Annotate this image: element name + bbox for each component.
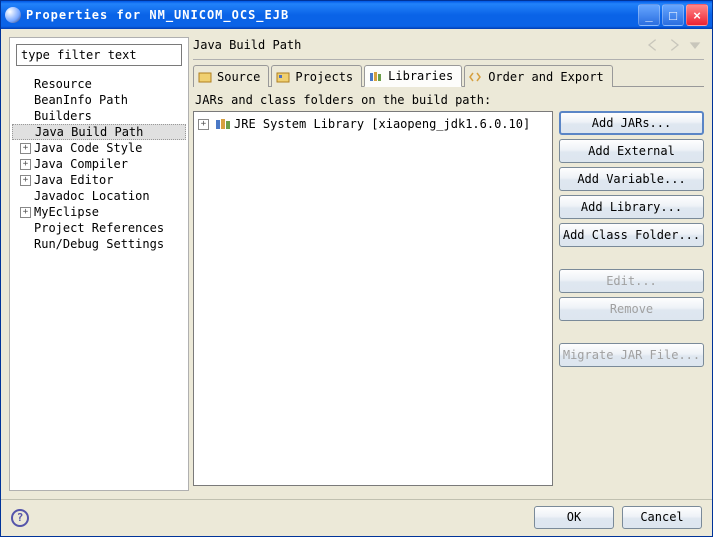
tab-order-and-export[interactable]: Order and Export — [464, 65, 613, 87]
filter-input[interactable] — [17, 45, 181, 65]
tab-label: Order and Export — [488, 70, 604, 84]
close-button[interactable]: × — [686, 4, 708, 26]
tree-item-label: Java Compiler — [34, 157, 128, 171]
tree-item-label: Builders — [34, 109, 92, 123]
tab-source[interactable]: Source — [193, 65, 269, 87]
edit-button: Edit... — [559, 269, 704, 293]
jar-entry-label: JRE System Library [xiaopeng_jdk1.6.0.10… — [234, 117, 530, 131]
page-title: Java Build Path — [193, 38, 641, 52]
tree-item-java-code-style[interactable]: +Java Code Style — [12, 140, 186, 156]
tree-item-label: MyEclipse — [34, 205, 99, 219]
button-column: Add JARs... Add External JARs... Add Var… — [559, 111, 704, 486]
minimize-button[interactable]: _ — [638, 4, 660, 26]
add-library-button[interactable]: Add Library... — [559, 195, 704, 219]
tree-item-label: Java Code Style — [34, 141, 142, 155]
jar-list[interactable]: + JRE System Library [xiaopeng_jdk1.6.0.… — [193, 111, 553, 486]
tree-item-label: Resource — [34, 77, 92, 91]
tab-label: Source — [217, 70, 260, 84]
forward-icon[interactable] — [665, 37, 683, 53]
tree-item-java-compiler[interactable]: +Java Compiler — [12, 156, 186, 172]
expand-icon[interactable]: + — [20, 175, 31, 186]
page-header: Java Build Path — [193, 37, 704, 53]
tree-item-builders[interactable]: Builders — [12, 108, 186, 124]
dialog-footer: ? OK Cancel — [1, 499, 712, 535]
tree-item-java-editor[interactable]: +Java Editor — [12, 172, 186, 188]
cancel-button[interactable]: Cancel — [622, 506, 702, 529]
tree-item-label: Java Editor — [34, 173, 113, 187]
app-icon — [5, 7, 21, 23]
tree-item-javadoc-location[interactable]: Javadoc Location — [12, 188, 186, 204]
tree-item-project-references[interactable]: Project References — [12, 220, 186, 236]
dropdown-icon[interactable] — [686, 37, 704, 53]
tree-item-java-build-path[interactable]: Java Build Path — [12, 124, 186, 140]
back-icon[interactable] — [644, 37, 662, 53]
category-tree-pane: Resource BeanInfo Path Builders Java Build … — [9, 37, 189, 491]
title-bar: Properties for NM_UNICOM_OCS_EJB _ □ × — [1, 1, 712, 29]
tree-item-label: Java Build Path — [35, 125, 143, 139]
filter-input-wrap — [16, 44, 182, 66]
library-icon — [215, 117, 231, 131]
maximize-button[interactable]: □ — [662, 4, 684, 26]
tab-icon — [369, 70, 385, 82]
tree-item-label: BeanInfo Path — [34, 93, 128, 107]
category-tree: Resource BeanInfo Path Builders Java Build … — [10, 72, 188, 256]
add-jars-button[interactable]: Add JARs... — [559, 111, 704, 135]
tree-item-label: Project References — [34, 221, 164, 235]
help-icon[interactable]: ? — [11, 509, 29, 527]
migrate-jar-button: Migrate JAR File... — [559, 343, 704, 367]
tab-icon — [469, 71, 485, 83]
jar-entry[interactable]: + JRE System Library [xiaopeng_jdk1.6.0.… — [198, 116, 548, 132]
tab-projects[interactable]: Projects — [271, 65, 362, 87]
tree-item-label: Javadoc Location — [34, 189, 150, 203]
tab-libraries[interactable]: Libraries — [364, 65, 462, 87]
tree-item-label: Run/Debug Settings — [34, 237, 164, 251]
add-external-jars-button[interactable]: Add External JARs... — [559, 139, 704, 163]
tab-icon — [276, 71, 292, 83]
page-pane: Java Build Path Source Projects Libraries O… — [193, 37, 704, 491]
tree-item-myeclipse[interactable]: +MyEclipse — [12, 204, 186, 220]
tree-item-resource[interactable]: Resource — [12, 76, 186, 92]
tab-label: Libraries — [388, 69, 453, 83]
expand-icon[interactable]: + — [20, 143, 31, 154]
expand-icon[interactable]: + — [20, 207, 31, 218]
add-variable-button[interactable]: Add Variable... — [559, 167, 704, 191]
add-class-folder-button[interactable]: Add Class Folder... — [559, 223, 704, 247]
remove-button: Remove — [559, 297, 704, 321]
expand-icon[interactable]: + — [20, 159, 31, 170]
ok-button[interactable]: OK — [534, 506, 614, 529]
expand-icon[interactable]: + — [198, 119, 209, 130]
tab-label: Projects — [295, 70, 353, 84]
tab-icon — [198, 71, 214, 83]
tab-bar: Source Projects Libraries Order and Export — [193, 64, 704, 87]
tree-item-beaninfo-path[interactable]: BeanInfo Path — [12, 92, 186, 108]
tree-item-run-debug-settings[interactable]: Run/Debug Settings — [12, 236, 186, 252]
window-title: Properties for NM_UNICOM_OCS_EJB — [26, 8, 636, 22]
build-path-label: JARs and class folders on the build path… — [193, 87, 704, 111]
